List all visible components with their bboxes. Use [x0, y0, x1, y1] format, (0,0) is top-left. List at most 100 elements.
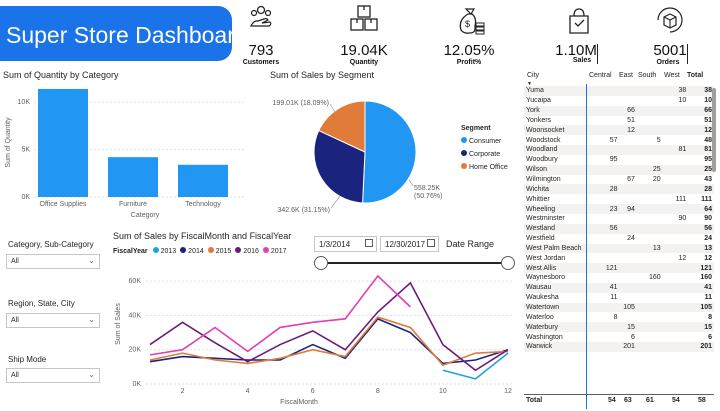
slicer-shipmode-dropdown[interactable]: All ⌄	[6, 368, 100, 383]
table-row[interactable]: Wichita 28 28	[524, 184, 714, 195]
table-cell: Westminster	[526, 215, 565, 223]
kpi-label: Profit%	[456, 59, 482, 66]
table-cell	[637, 253, 663, 263]
total-south: 61	[646, 397, 654, 404]
legend-item-consumer[interactable]: Consumer	[461, 137, 521, 145]
table-row[interactable]: Watertown 105 105	[524, 302, 714, 313]
y-tick-label: 0K	[21, 194, 30, 201]
table-cell: 13	[636, 243, 663, 254]
legend-item-2013[interactable]: 2013	[152, 247, 176, 255]
y-axis-title: Sum of Sales	[115, 303, 122, 345]
table-row[interactable]: West Palm Beach 13 13	[524, 243, 714, 254]
table-cell: Warwick	[524, 341, 588, 352]
table-row[interactable]: Wilson 25 25	[524, 164, 714, 175]
legend-item-2015[interactable]: 2015	[207, 247, 231, 255]
bar-furniture[interactable]	[108, 157, 158, 197]
slicer-region-dropdown[interactable]: All ⌄	[6, 313, 100, 328]
slicer-value: All	[11, 372, 19, 379]
column-header-east[interactable]: East	[619, 72, 633, 79]
legend-item-2016[interactable]: 2016	[235, 247, 259, 255]
table-row[interactable]: Yuma 38 38	[524, 86, 714, 96]
table-row[interactable]: Waukesha 11 11	[524, 293, 714, 303]
table-row[interactable]: Yonkers 51 51	[524, 116, 714, 126]
table-cell	[663, 155, 689, 165]
table-cell	[619, 145, 637, 155]
legend-item-home-office[interactable]: Home Office	[461, 163, 521, 171]
table-row[interactable]: Westminster 90 90	[524, 214, 714, 224]
table-cell	[663, 234, 689, 244]
segment-chart-title: Sum of Sales by Segment	[270, 70, 375, 80]
legend-dot	[262, 247, 269, 253]
table-row[interactable]: Washington 6 6	[524, 332, 714, 342]
table-row[interactable]: Wausau 41 41	[524, 282, 714, 293]
table-cell: Woonsocket	[524, 125, 588, 136]
table-cell: 15	[619, 322, 637, 333]
date-start-input[interactable]: 1/3/2014	[314, 236, 377, 252]
legend-item-2017[interactable]: 2017	[262, 247, 286, 255]
x-tick-label: Furniture	[119, 201, 147, 208]
calendar-icon	[427, 239, 435, 247]
table-row[interactable]: Westland 56 56	[524, 223, 714, 234]
x-tick-label: Technology	[185, 201, 221, 208]
table-row[interactable]: Waynesboro 160 160	[524, 273, 714, 283]
table-row[interactable]: Woonsocket 12 12	[524, 125, 714, 136]
table-row[interactable]: West Jordan 12 12	[524, 253, 714, 263]
table-row[interactable]: Woodland 81 81	[524, 145, 714, 155]
column-header-city[interactable]: City	[527, 72, 539, 79]
table-row[interactable]: Waterloo 8 8	[524, 312, 714, 322]
total-central: 54	[608, 397, 616, 404]
table-cell	[620, 253, 637, 263]
pie-data-label: (50.76%)	[414, 193, 442, 200]
table-cell	[620, 96, 637, 106]
table-row[interactable]: Warwick 201 201	[524, 341, 714, 352]
table-cell: 111	[675, 195, 687, 203]
city-table-panel: City Central East South West Total ▼ Yum…	[521, 66, 718, 411]
series-line-2013[interactable]	[442, 352, 509, 380]
column-header-south[interactable]: South	[638, 72, 656, 79]
slicer-category-dropdown[interactable]: All ⌄	[6, 254, 100, 269]
kpi-sales: 1.10M Sales	[552, 4, 604, 64]
table-row[interactable]: West Allis 121 121	[524, 263, 714, 274]
table-cell: 201	[688, 341, 714, 352]
bar-technology[interactable]	[178, 164, 228, 197]
column-header-central[interactable]: Central	[589, 72, 612, 79]
table-row[interactable]: Yucaipa 10 10	[524, 96, 714, 106]
legend-item-2014[interactable]: 2014	[180, 247, 204, 255]
table-row[interactable]: Woodbury 95 95	[524, 155, 714, 165]
table-scrollbar[interactable]	[712, 88, 716, 172]
legend-item-corporate[interactable]: Corporate	[461, 150, 521, 158]
table-cell: 13	[688, 243, 714, 254]
table-cell	[663, 332, 689, 342]
table-cell: Waynesboro	[526, 274, 566, 282]
table-row[interactable]: Waterbury 15 15	[524, 322, 714, 333]
table-cell	[620, 312, 637, 322]
table-row[interactable]: Wilmington 67 20 43	[524, 175, 714, 185]
table-row[interactable]: York 66 66	[524, 105, 714, 116]
table-cell: 43	[704, 176, 712, 184]
column-header-west[interactable]: West	[664, 72, 680, 79]
slicer-region-label: Region, State, City	[8, 299, 75, 308]
table-row[interactable]: Westfield 24 24	[524, 234, 714, 244]
table-cell	[637, 116, 663, 126]
column-header-total[interactable]: Total	[687, 72, 703, 79]
table-cell: 24	[704, 235, 712, 243]
date-end-input[interactable]: 12/30/2017	[380, 236, 439, 252]
table-row[interactable]: Woodstock 57 5 48	[524, 135, 714, 145]
legend-dot	[180, 247, 187, 253]
pie-data-label: 342.6K (31.15%)	[277, 207, 330, 214]
table-row[interactable]: Wheeling 23 94 64	[524, 204, 714, 214]
table-cell: Woodland	[524, 145, 588, 155]
legend-label: 2014	[188, 248, 204, 255]
pie-slice-consumer[interactable]	[362, 100, 417, 204]
y-tick-label: 60K	[129, 278, 142, 285]
table-cell	[662, 322, 689, 333]
table-cell: 23	[587, 204, 620, 214]
kpi-value: 19.04K	[340, 42, 388, 59]
table-cell: 25	[688, 164, 714, 175]
table-cell	[636, 125, 663, 136]
date-start-value: 1/3/2014	[319, 240, 351, 249]
sales-line-chart: 0K 20K 40K 60K Sum of Sales 2 4 6 8 10 12 FiscalMon…	[115, 274, 512, 406]
table-cell	[636, 105, 663, 116]
bar-office-supplies[interactable]	[38, 88, 88, 197]
table-row[interactable]: Whittier 111 111	[524, 194, 714, 204]
